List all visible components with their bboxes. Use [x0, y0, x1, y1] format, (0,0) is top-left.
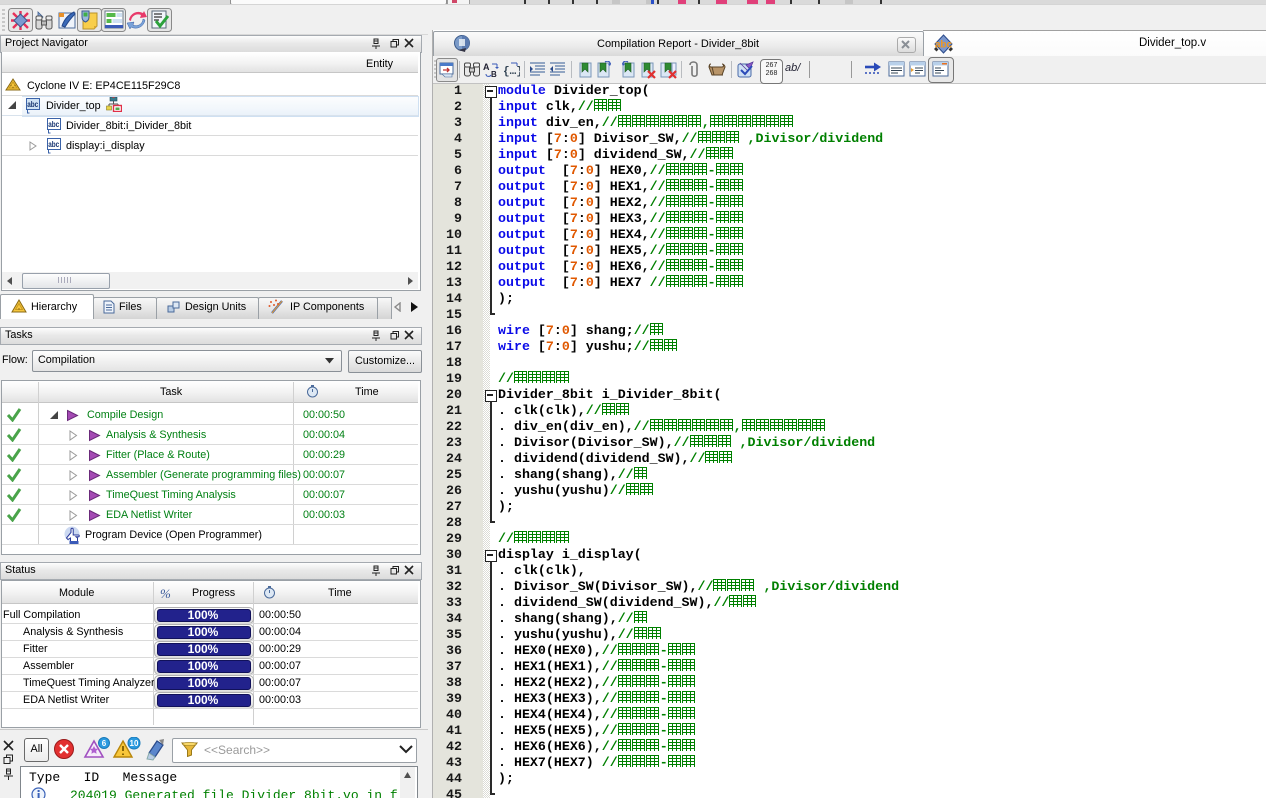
svg-text:abc: abc	[48, 119, 59, 129]
svg-text:6: 6	[102, 739, 107, 748]
svg-text:abc: abc	[48, 139, 59, 149]
svg-text:B: B	[491, 70, 497, 79]
svg-text:10: 10	[130, 739, 139, 748]
svg-text:abc: abc	[27, 99, 38, 109]
svg-text:A: A	[483, 62, 490, 72]
svg-text:abc: abc	[935, 40, 953, 51]
svg-text:{…}: {…}	[503, 66, 520, 78]
